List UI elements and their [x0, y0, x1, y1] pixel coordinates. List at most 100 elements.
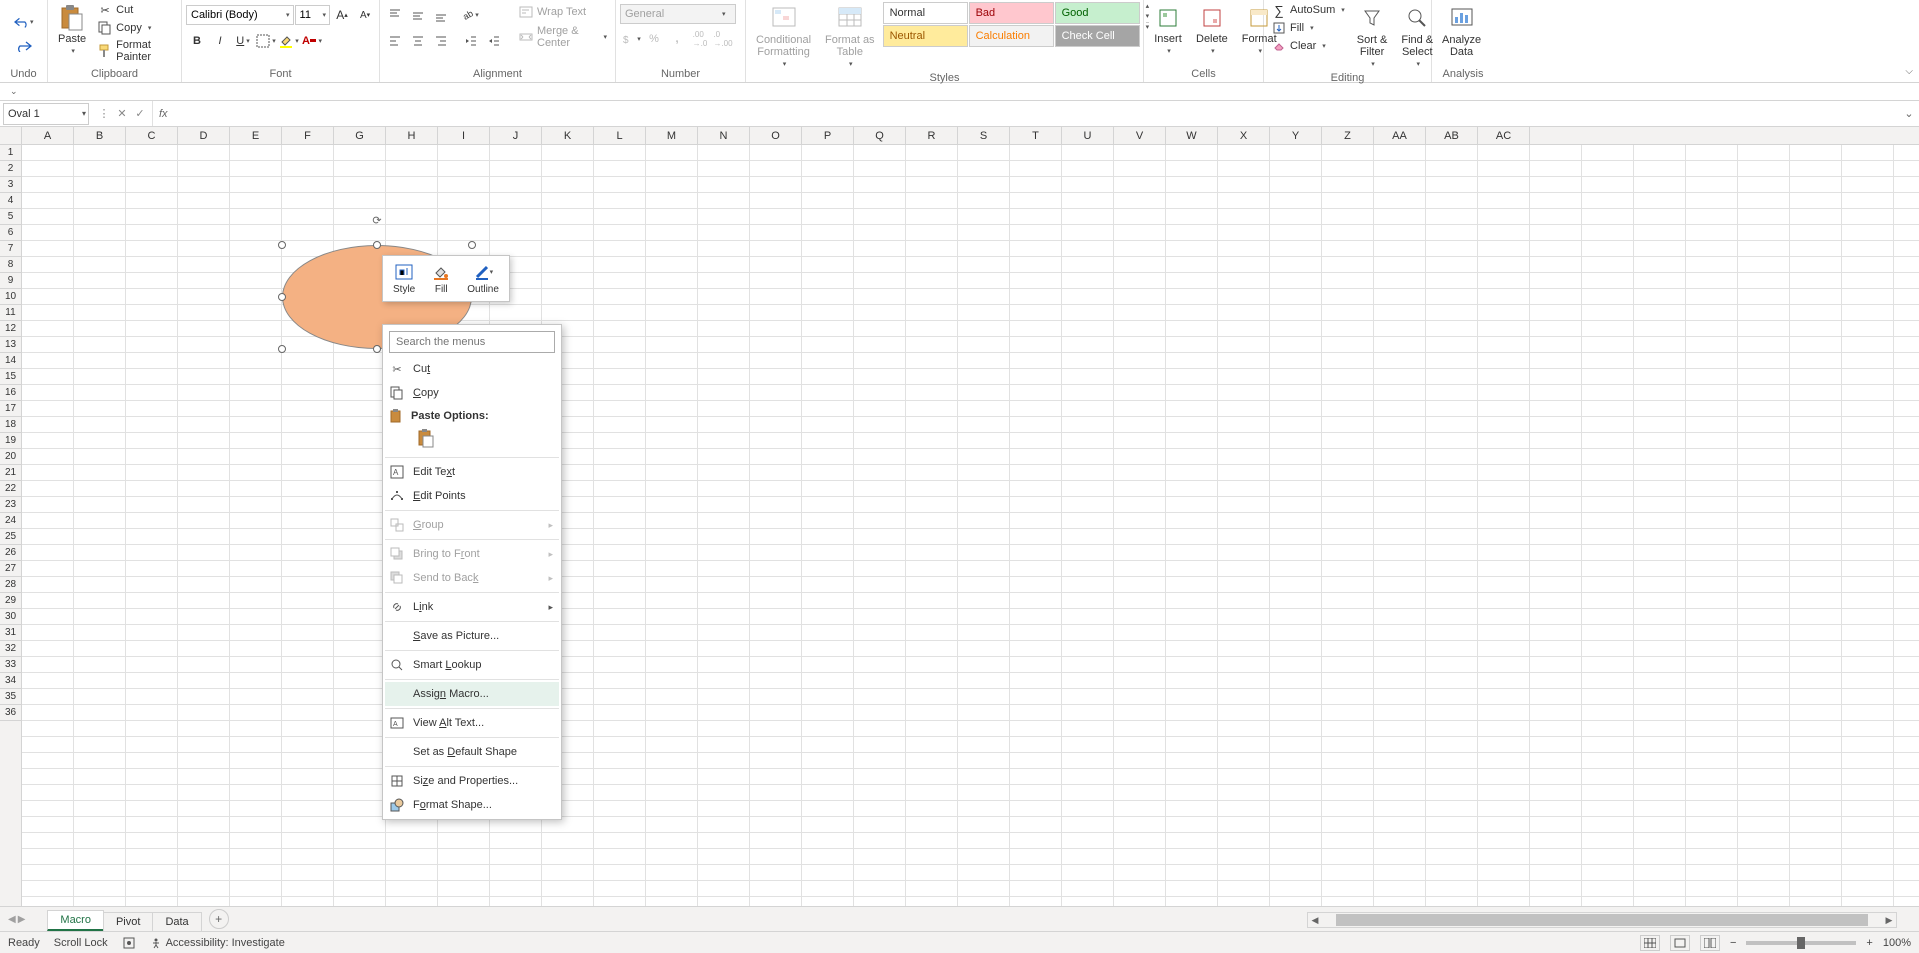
align-bottom-button[interactable]	[430, 4, 452, 26]
style-good[interactable]: Good	[1055, 2, 1140, 24]
row-header[interactable]: 6	[0, 225, 21, 241]
row-header[interactable]: 35	[0, 689, 21, 705]
copy-button[interactable]: Copy▾	[94, 20, 177, 36]
resize-handle-ml[interactable]	[278, 293, 286, 301]
resize-handle-bc[interactable]	[373, 345, 381, 353]
row-header[interactable]: 13	[0, 337, 21, 353]
fill-color-button[interactable]: ▾	[278, 30, 300, 52]
cancel-formula-button[interactable]: ✕	[114, 107, 130, 120]
mini-style-button[interactable]: Style	[387, 260, 421, 297]
row-header[interactable]: 23	[0, 497, 21, 513]
expand-formula-bar[interactable]: ⌄	[1899, 107, 1919, 120]
row-header[interactable]: 10	[0, 289, 21, 305]
insert-button[interactable]: Insert▾	[1148, 2, 1188, 57]
row-header[interactable]: 29	[0, 593, 21, 609]
row-header[interactable]: 27	[0, 561, 21, 577]
merge-center-button[interactable]: Merge & Center▾	[515, 24, 611, 50]
format-as-table-button[interactable]: Format as Table▾	[819, 2, 881, 70]
row-header[interactable]: 18	[0, 417, 21, 433]
ctx-copy[interactable]: Copy	[385, 381, 559, 405]
column-header[interactable]: Y	[1270, 127, 1322, 144]
name-box[interactable]: Oval 1▾	[3, 103, 89, 125]
column-header[interactable]: L	[594, 127, 646, 144]
column-header[interactable]: K	[542, 127, 594, 144]
formula-input[interactable]	[174, 101, 1899, 126]
column-header[interactable]: N	[698, 127, 750, 144]
hscroll-right[interactable]: ▶	[1882, 915, 1896, 926]
ctx-format-shape[interactable]: Format Shape...	[385, 793, 559, 817]
column-header[interactable]: V	[1114, 127, 1166, 144]
rotate-handle[interactable]: ⟳	[370, 213, 384, 227]
row-header[interactable]: 16	[0, 385, 21, 401]
decrease-font-button[interactable]: A▾	[354, 4, 376, 26]
column-header[interactable]: S	[958, 127, 1010, 144]
column-header[interactable]: AB	[1426, 127, 1478, 144]
zoom-level[interactable]: 100%	[1883, 937, 1911, 949]
style-calculation[interactable]: Calculation	[969, 25, 1054, 47]
row-header[interactable]: 12	[0, 321, 21, 337]
column-header[interactable]: P	[802, 127, 854, 144]
resize-handle-tc[interactable]	[373, 241, 381, 249]
orientation-button[interactable]: ab▾	[460, 4, 482, 26]
row-header[interactable]: 19	[0, 433, 21, 449]
horizontal-scrollbar[interactable]: ◀ ▶	[1307, 912, 1897, 928]
column-header[interactable]: G	[334, 127, 386, 144]
ctx-cut[interactable]: ✂Cut	[385, 357, 559, 381]
column-header[interactable]: W	[1166, 127, 1218, 144]
ctx-view-alt-text[interactable]: AView Alt Text...	[385, 711, 559, 735]
row-header[interactable]: 36	[0, 705, 21, 721]
fx-label[interactable]: fx	[153, 108, 174, 120]
ctx-set-default-shape[interactable]: Set as Default Shape	[385, 740, 559, 764]
paste-option-default[interactable]	[413, 425, 439, 451]
font-name-box[interactable]: ▾	[186, 5, 294, 25]
column-header[interactable]: O	[750, 127, 802, 144]
column-header[interactable]: M	[646, 127, 698, 144]
accounting-format-button[interactable]: $▾	[620, 28, 642, 50]
column-header[interactable]: A	[22, 127, 74, 144]
normal-view-button[interactable]	[1640, 935, 1660, 951]
row-header[interactable]: 7	[0, 241, 21, 257]
row-header[interactable]: 9	[0, 273, 21, 289]
row-header[interactable]: 24	[0, 513, 21, 529]
formula-split[interactable]: ⋮	[96, 107, 112, 120]
macro-record-button[interactable]	[122, 936, 136, 950]
format-painter-button[interactable]: Format Painter	[94, 38, 177, 64]
style-check-cell[interactable]: Check Cell	[1055, 25, 1140, 47]
font-name-input[interactable]	[187, 9, 281, 21]
row-header[interactable]: 2	[0, 161, 21, 177]
ctx-smart-lookup[interactable]: Smart Lookup	[385, 653, 559, 677]
style-bad[interactable]: Bad	[969, 2, 1054, 24]
select-all-corner[interactable]	[0, 127, 22, 144]
sheet-tab-pivot[interactable]: Pivot	[103, 912, 153, 931]
row-header[interactable]: 28	[0, 577, 21, 593]
row-header[interactable]: 26	[0, 545, 21, 561]
resize-handle-tr[interactable]	[468, 241, 476, 249]
column-header[interactable]: J	[490, 127, 542, 144]
row-header[interactable]: 3	[0, 177, 21, 193]
row-header[interactable]: 15	[0, 369, 21, 385]
align-right-button[interactable]	[430, 30, 452, 52]
font-color-button[interactable]: A▾	[301, 30, 323, 52]
zoom-in-button[interactable]: +	[1866, 937, 1872, 949]
row-header[interactable]: 22	[0, 481, 21, 497]
enter-formula-button[interactable]: ✓	[132, 107, 148, 120]
autosum-button[interactable]: ∑AutoSum▾	[1268, 2, 1349, 18]
border-button[interactable]: ▾	[255, 30, 277, 52]
underline-button[interactable]: U▾	[232, 30, 254, 52]
row-header[interactable]: 4	[0, 193, 21, 209]
column-header[interactable]: H	[386, 127, 438, 144]
number-format-box[interactable]: ▾	[620, 4, 736, 24]
add-sheet-button[interactable]: +	[209, 909, 229, 929]
context-search-input[interactable]	[389, 331, 555, 353]
row-header[interactable]: 21	[0, 465, 21, 481]
customize-quick-access[interactable]: ⌄	[10, 86, 18, 97]
column-header[interactable]: X	[1218, 127, 1270, 144]
row-header[interactable]: 5	[0, 209, 21, 225]
clear-button[interactable]: Clear▾	[1268, 38, 1349, 54]
column-header[interactable]: C	[126, 127, 178, 144]
decrease-decimal-button[interactable]: .0→.00	[712, 28, 734, 50]
row-header[interactable]: 1	[0, 145, 21, 161]
mini-fill-button[interactable]: Fill	[425, 260, 457, 297]
resize-handle-tl[interactable]	[278, 241, 286, 249]
delete-button[interactable]: Delete▾	[1190, 2, 1234, 57]
